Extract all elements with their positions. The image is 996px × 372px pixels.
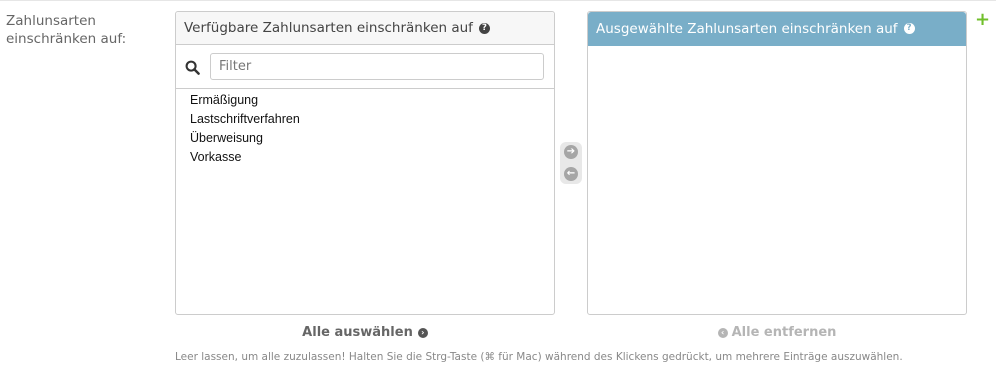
choose-all-button[interactable]: Alle auswählen › [175, 325, 555, 340]
arrow-right-icon: › [417, 327, 428, 338]
chosen-header: Ausgewählte Zahlunsarten einschränken au… [588, 12, 966, 46]
top-divider [0, 0, 996, 1]
help-icon[interactable]: ? [903, 23, 915, 34]
move-controls: ➔ ← [560, 142, 582, 184]
chosen-title: Ausgewählte Zahlunsarten einschränken au… [596, 20, 898, 37]
available-header: Verfügbare Zahlunsarten einschränken auf… [176, 12, 554, 45]
available-box: Verfügbare Zahlunsarten einschränken auf… [175, 11, 555, 315]
move-right-icon[interactable]: ➔ [564, 145, 578, 159]
option-item[interactable]: Überweisung [190, 129, 554, 148]
move-left-icon[interactable]: ← [564, 167, 578, 181]
option-item[interactable]: Ermäßigung [190, 91, 554, 110]
add-icon[interactable]: + [975, 11, 990, 29]
filter-row [176, 45, 554, 89]
option-item[interactable]: Vorkasse [190, 148, 554, 167]
help-text: Leer lassen, um alle zuzulassen! Halten … [175, 351, 903, 363]
choose-all-label: Alle auswählen [302, 325, 413, 340]
search-icon [185, 60, 200, 75]
available-title: Verfügbare Zahlunsarten einschränken auf [184, 20, 473, 36]
arrow-left-icon: ‹ [717, 327, 728, 338]
remove-all-button[interactable]: ‹ Alle entfernen [587, 325, 967, 340]
available-options-list[interactable]: Ermäßigung Lastschriftverfahren Überweisun… [176, 89, 554, 167]
chosen-options-list[interactable] [588, 46, 966, 48]
option-item[interactable]: Lastschriftverfahren [190, 110, 554, 129]
field-label: Zahlunsarten einschränken auf: [6, 13, 127, 47]
help-icon[interactable]: ? [478, 22, 490, 34]
filter-input[interactable] [210, 53, 544, 80]
chosen-box: Ausgewählte Zahlunsarten einschränken au… [587, 11, 967, 315]
remove-all-label: Alle entfernen [731, 325, 837, 340]
